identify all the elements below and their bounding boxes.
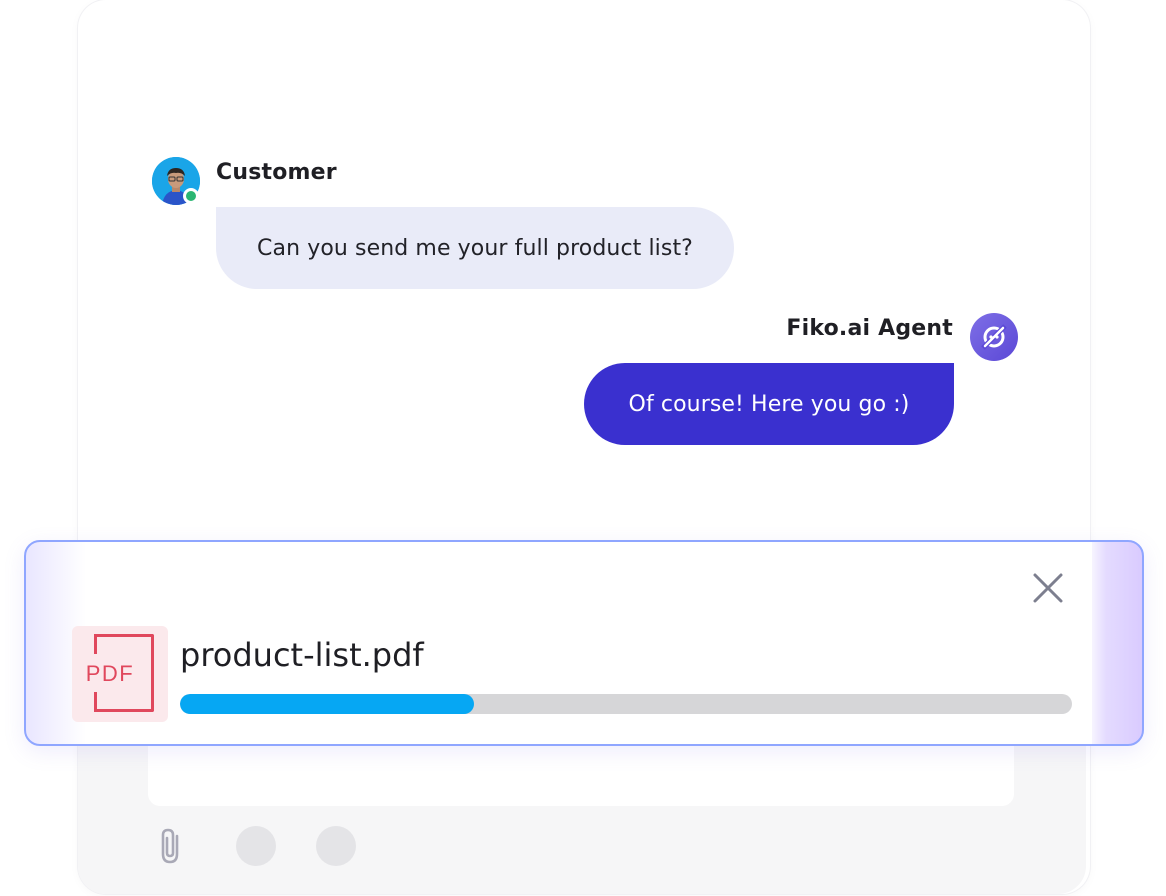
file-name: product-list.pdf bbox=[180, 636, 424, 674]
paperclip-icon[interactable] bbox=[155, 826, 189, 866]
online-status-dot bbox=[183, 188, 199, 204]
close-button[interactable] bbox=[1028, 568, 1068, 608]
composer-tool-button[interactable] bbox=[236, 826, 276, 866]
composer-tool-button[interactable] bbox=[316, 826, 356, 866]
fiko-logo-icon bbox=[981, 324, 1007, 350]
upload-progress-fill bbox=[180, 694, 475, 714]
upload-progress-bar bbox=[180, 694, 1072, 714]
customer-name: Customer bbox=[216, 160, 337, 185]
agent-name: Fiko.ai Agent bbox=[786, 316, 953, 341]
customer-message-bubble: Can you send me your full product list? bbox=[216, 207, 734, 289]
close-icon bbox=[1033, 573, 1063, 603]
pdf-file-type-label: PDF bbox=[80, 658, 140, 690]
agent-message-bubble: Of course! Here you go :) bbox=[584, 363, 954, 445]
agent-avatar bbox=[970, 313, 1018, 361]
